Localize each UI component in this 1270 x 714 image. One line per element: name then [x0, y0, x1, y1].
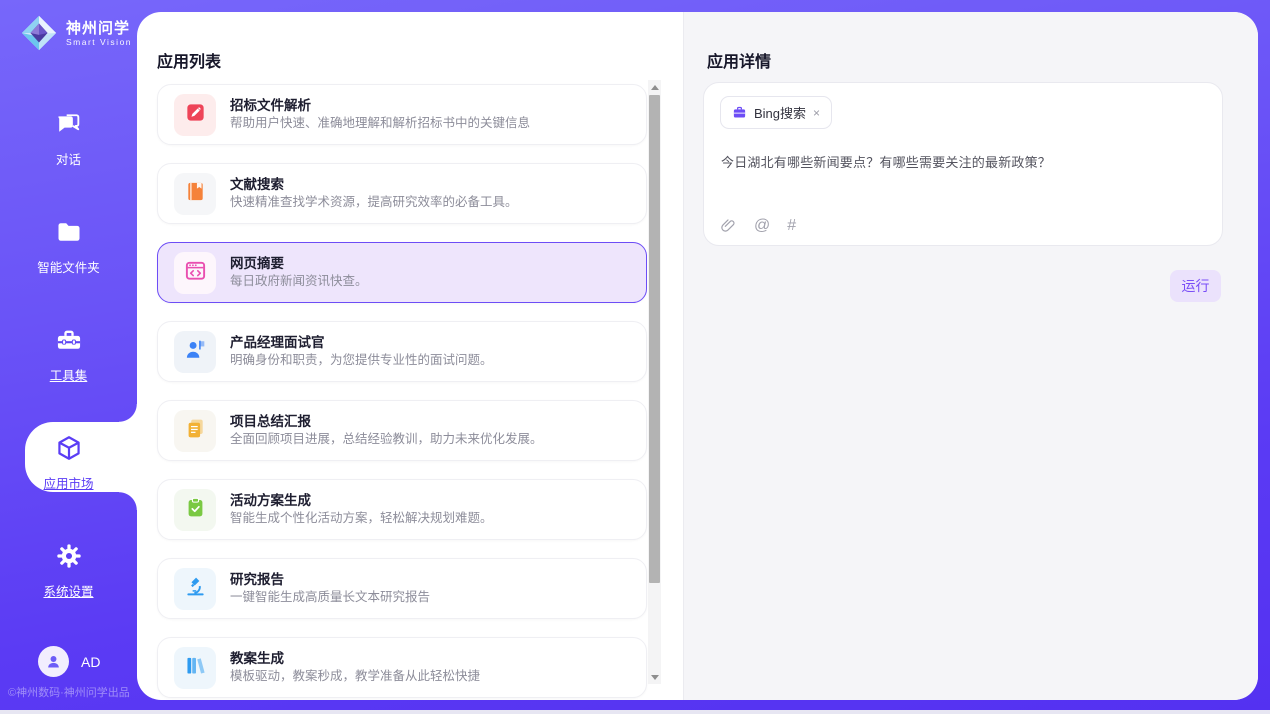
avatar[interactable]	[38, 646, 69, 677]
run-button[interactable]: 运行	[1170, 270, 1221, 302]
app-desc: 帮助用户快速、准确地理解和解析招标书中的关键信息	[230, 115, 530, 132]
microscope-icon	[184, 575, 207, 603]
app-detail-pane: 应用详情 Bing搜索 × 今日湖北有哪些新闻要点？有哪些需要关注的最新政策？ …	[683, 12, 1258, 700]
app-list-title: 应用列表	[157, 48, 221, 72]
logo-text: 神州问学 Smart Vision	[66, 20, 132, 47]
app-card[interactable]: 教案生成模板驱动，教案秒成，教学准备从此轻松快捷	[157, 637, 647, 698]
edit-icon	[184, 101, 207, 129]
sidebar-item-chat[interactable]: 对话	[0, 110, 137, 168]
browser-code-icon	[184, 259, 207, 287]
composer-card: Bing搜索 × 今日湖北有哪些新闻要点？有哪些需要关注的最新政策？ @ #	[703, 82, 1223, 246]
app-logo: 神州问学 Smart Vision	[20, 14, 132, 52]
sidebar-item-folder[interactable]: 智能文件夹	[0, 218, 137, 276]
toolbox-icon	[55, 326, 83, 354]
app-icon-box	[174, 331, 216, 373]
sidebar-footer: ©神州数码·神州问学出品	[8, 684, 137, 700]
app-card[interactable]: 文献搜索快速精准查找学术资源，提高研究效率的必备工具。	[157, 163, 647, 224]
app-icon-box	[174, 568, 216, 610]
app-name: 文献搜索	[230, 176, 518, 194]
app-title: 神州问学	[66, 20, 132, 37]
app-name: 研究报告	[230, 571, 430, 589]
tool-chip-label: Bing搜索	[754, 103, 806, 122]
app-detail-title: 应用详情	[707, 48, 771, 72]
app-icon-box	[174, 94, 216, 136]
app-card[interactable]: 招标文件解析帮助用户快速、准确地理解和解析招标书中的关键信息	[157, 84, 647, 145]
interviewer-icon	[184, 338, 207, 366]
sidebar-item-label: 系统设置	[0, 581, 137, 600]
briefcase-icon	[732, 105, 747, 120]
book-icon	[184, 180, 207, 208]
paperclip-icon[interactable]	[720, 217, 737, 235]
app-desc: 明确身份和职责，为您提供专业性的面试问题。	[230, 352, 493, 369]
app-desc: 模板驱动，教案秒成，教学准备从此轻松快捷	[230, 668, 480, 685]
app-icon-box	[174, 410, 216, 452]
documents-icon	[184, 417, 207, 445]
sidebar-item-label: 对话	[0, 149, 137, 168]
app-list-scrollbar[interactable]	[648, 80, 661, 684]
app-desc: 智能生成个性化活动方案，轻松解决规划难题。	[230, 510, 493, 527]
scrollbar-down-arrow[interactable]	[648, 670, 661, 684]
person-icon	[45, 653, 62, 670]
chat-icon	[55, 110, 83, 138]
at-icon[interactable]: @	[754, 217, 770, 235]
app-desc: 快速精准查找学术资源，提高研究效率的必备工具。	[230, 194, 518, 211]
app-card[interactable]: 项目总结汇报全面回顾项目进展，总结经验教训，助力未来优化发展。	[157, 400, 647, 461]
app-name: 招标文件解析	[230, 97, 530, 115]
app-name: 活动方案生成	[230, 492, 493, 510]
books-icon	[184, 654, 207, 682]
app-name: 项目总结汇报	[230, 413, 543, 431]
app-desc: 每日政府新闻资讯快查。	[230, 273, 368, 290]
sidebar-item-cube[interactable]: 应用市场	[0, 434, 137, 492]
clipboard-check-icon	[184, 496, 207, 524]
main-content: 应用列表 招标文件解析帮助用户快速、准确地理解和解析招标书中的关键信息文献搜索快…	[137, 12, 1258, 700]
app-card[interactable]: 活动方案生成智能生成个性化活动方案，轻松解决规划难题。	[157, 479, 647, 540]
user-initials: AD	[81, 654, 100, 670]
app-icon-box	[174, 489, 216, 531]
app-name: 产品经理面试官	[230, 334, 493, 352]
scrollbar-up-arrow[interactable]	[648, 80, 661, 94]
app-card[interactable]: 网页摘要每日政府新闻资讯快查。	[157, 242, 647, 303]
app-card[interactable]: 研究报告一键智能生成高质量长文本研究报告	[157, 558, 647, 619]
app-desc: 一键智能生成高质量长文本研究报告	[230, 589, 430, 606]
tool-chip-bing-search[interactable]: Bing搜索 ×	[720, 96, 832, 129]
scrollbar-thumb[interactable]	[649, 95, 660, 583]
app-icon-box	[174, 647, 216, 689]
app-name: 教案生成	[230, 650, 480, 668]
sidebar-item-label: 工具集	[0, 365, 137, 384]
composer-toolbar: @ #	[720, 217, 796, 235]
hash-icon[interactable]: #	[787, 217, 796, 235]
sidebar-item-toolbox[interactable]: 工具集	[0, 326, 137, 384]
app-subtitle: Smart Vision	[66, 37, 132, 47]
app-list-pane: 应用列表 招标文件解析帮助用户快速、准确地理解和解析招标书中的关键信息文献搜索快…	[137, 12, 683, 700]
chip-close-icon[interactable]: ×	[813, 107, 820, 119]
app-icon-box	[174, 173, 216, 215]
sidebar-item-label: 应用市场	[0, 473, 137, 492]
app-desc: 全面回顾项目进展，总结经验教训，助力未来优化发展。	[230, 431, 543, 448]
app-name: 网页摘要	[230, 255, 368, 273]
logo-diamond-icon	[20, 14, 58, 52]
sidebar-item-label: 智能文件夹	[0, 257, 137, 276]
query-input[interactable]: 今日湖北有哪些新闻要点？有哪些需要关注的最新政策？	[721, 152, 1206, 171]
app-list: 招标文件解析帮助用户快速、准确地理解和解析招标书中的关键信息文献搜索快速精准查找…	[157, 84, 647, 698]
user-row[interactable]: AD	[38, 646, 100, 677]
sidebar: 神州问学 Smart Vision 对话智能文件夹工具集应用市场系统设置 AD …	[0, 0, 137, 710]
sidebar-item-gear[interactable]: 系统设置	[0, 542, 137, 600]
app-icon-box	[174, 252, 216, 294]
cube-icon	[55, 434, 83, 462]
app-card[interactable]: 产品经理面试官明确身份和职责，为您提供专业性的面试问题。	[157, 321, 647, 382]
gear-icon	[55, 542, 83, 570]
folder-icon	[55, 218, 83, 246]
